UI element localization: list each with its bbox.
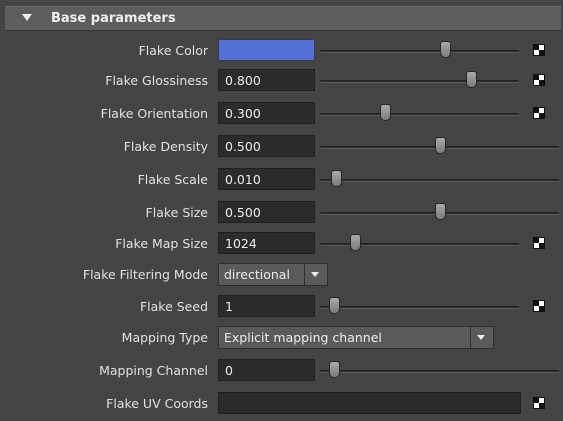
map-button-checker-icon[interactable] xyxy=(533,300,545,312)
param-label: Flake Seed xyxy=(139,299,208,314)
param-row-flake-orientation: Flake Orientation 0.300 xyxy=(0,99,563,129)
flake-size-input[interactable]: 0.500 xyxy=(218,201,315,223)
dropdown-value: directional xyxy=(224,267,290,282)
param-row-flake-seed: Flake Seed 1 xyxy=(0,292,563,322)
chevron-down-icon[interactable] xyxy=(470,327,493,348)
section-header[interactable]: Base parameters xyxy=(5,6,561,31)
slider-track xyxy=(320,370,559,373)
flake-orientation-slider[interactable] xyxy=(318,99,521,129)
flake-map-size-slider[interactable] xyxy=(318,229,521,259)
param-row-mapping-type: Mapping Type Explicit mapping channel xyxy=(0,323,563,353)
param-label: Flake Scale xyxy=(137,172,208,187)
param-label: Flake Color xyxy=(138,43,208,58)
slider-thumb[interactable] xyxy=(331,170,343,187)
param-label: Mapping Type xyxy=(121,330,208,345)
slider-track xyxy=(320,113,519,116)
flake-density-input[interactable]: 0.500 xyxy=(218,135,315,157)
section-title: Base parameters xyxy=(51,11,176,26)
chevron-down-icon[interactable] xyxy=(304,264,327,285)
param-label: Flake Map Size xyxy=(115,236,208,251)
flake-uv-coords-field[interactable] xyxy=(218,392,521,414)
flake-map-size-input[interactable]: 1024 xyxy=(218,232,315,254)
param-label: Flake Orientation xyxy=(100,106,208,121)
param-row-mapping-channel: Mapping Channel 0 xyxy=(0,356,563,386)
param-label: Flake UV Coords xyxy=(106,396,208,411)
flake-scale-slider[interactable] xyxy=(318,165,561,195)
mapping-channel-input[interactable]: 0 xyxy=(218,359,315,381)
param-label: Flake Filtering Mode xyxy=(82,267,208,282)
map-button-checker-icon[interactable] xyxy=(533,74,545,86)
slider-track xyxy=(320,80,519,83)
param-row-flake-filtering-mode: Flake Filtering Mode directional xyxy=(0,260,563,290)
map-button-checker-icon[interactable] xyxy=(533,237,545,249)
mapping-type-dropdown[interactable]: Explicit mapping channel xyxy=(218,326,494,349)
base-parameters-panel: Base parameters Flake Color Flake Glossi… xyxy=(0,0,563,421)
param-label: Flake Size xyxy=(145,205,208,220)
slider-thumb[interactable] xyxy=(349,234,361,251)
flake-filtering-mode-dropdown[interactable]: directional xyxy=(218,263,328,286)
collapse-triangle-icon[interactable] xyxy=(22,14,32,21)
slider-track xyxy=(320,179,559,182)
flake-glossiness-slider[interactable] xyxy=(318,66,521,96)
flake-orientation-input[interactable]: 0.300 xyxy=(218,102,315,124)
param-row-flake-uv-coords: Flake UV Coords xyxy=(0,389,563,419)
dropdown-value: Explicit mapping channel xyxy=(224,330,382,345)
flake-color-swatch[interactable] xyxy=(218,39,315,61)
param-label: Flake Glossiness xyxy=(105,73,208,88)
slider-thumb[interactable] xyxy=(465,71,477,88)
param-row-flake-map-size: Flake Map Size 1024 xyxy=(0,229,563,259)
flake-glossiness-input[interactable]: 0.800 xyxy=(218,69,315,91)
map-button-checker-icon[interactable] xyxy=(533,44,545,56)
slider-thumb[interactable] xyxy=(329,297,340,314)
map-button-checker-icon[interactable] xyxy=(533,397,545,409)
flake-color-slider[interactable] xyxy=(318,36,521,66)
map-button-checker-icon[interactable] xyxy=(533,107,545,119)
slider-thumb[interactable] xyxy=(329,361,340,378)
flake-size-slider[interactable] xyxy=(318,198,561,228)
param-label: Mapping Channel xyxy=(99,363,208,378)
slider-track xyxy=(320,306,519,309)
param-row-flake-density: Flake Density 0.500 xyxy=(0,132,563,162)
slider-thumb[interactable] xyxy=(380,104,392,121)
param-row-flake-color: Flake Color xyxy=(0,36,563,66)
slider-thumb[interactable] xyxy=(434,137,446,154)
param-row-flake-scale: Flake Scale 0.010 xyxy=(0,165,563,195)
flake-density-slider[interactable] xyxy=(318,132,561,162)
flake-seed-slider[interactable] xyxy=(318,292,521,322)
param-row-flake-glossiness: Flake Glossiness 0.800 xyxy=(0,66,563,96)
slider-thumb[interactable] xyxy=(434,203,446,220)
slider-thumb[interactable] xyxy=(440,41,452,58)
param-row-flake-size: Flake Size 0.500 xyxy=(0,198,563,228)
param-label: Flake Density xyxy=(123,139,208,154)
flake-scale-input[interactable]: 0.010 xyxy=(218,168,315,190)
mapping-channel-slider[interactable] xyxy=(318,356,561,386)
slider-track xyxy=(320,50,519,53)
flake-seed-input[interactable]: 1 xyxy=(218,295,315,317)
